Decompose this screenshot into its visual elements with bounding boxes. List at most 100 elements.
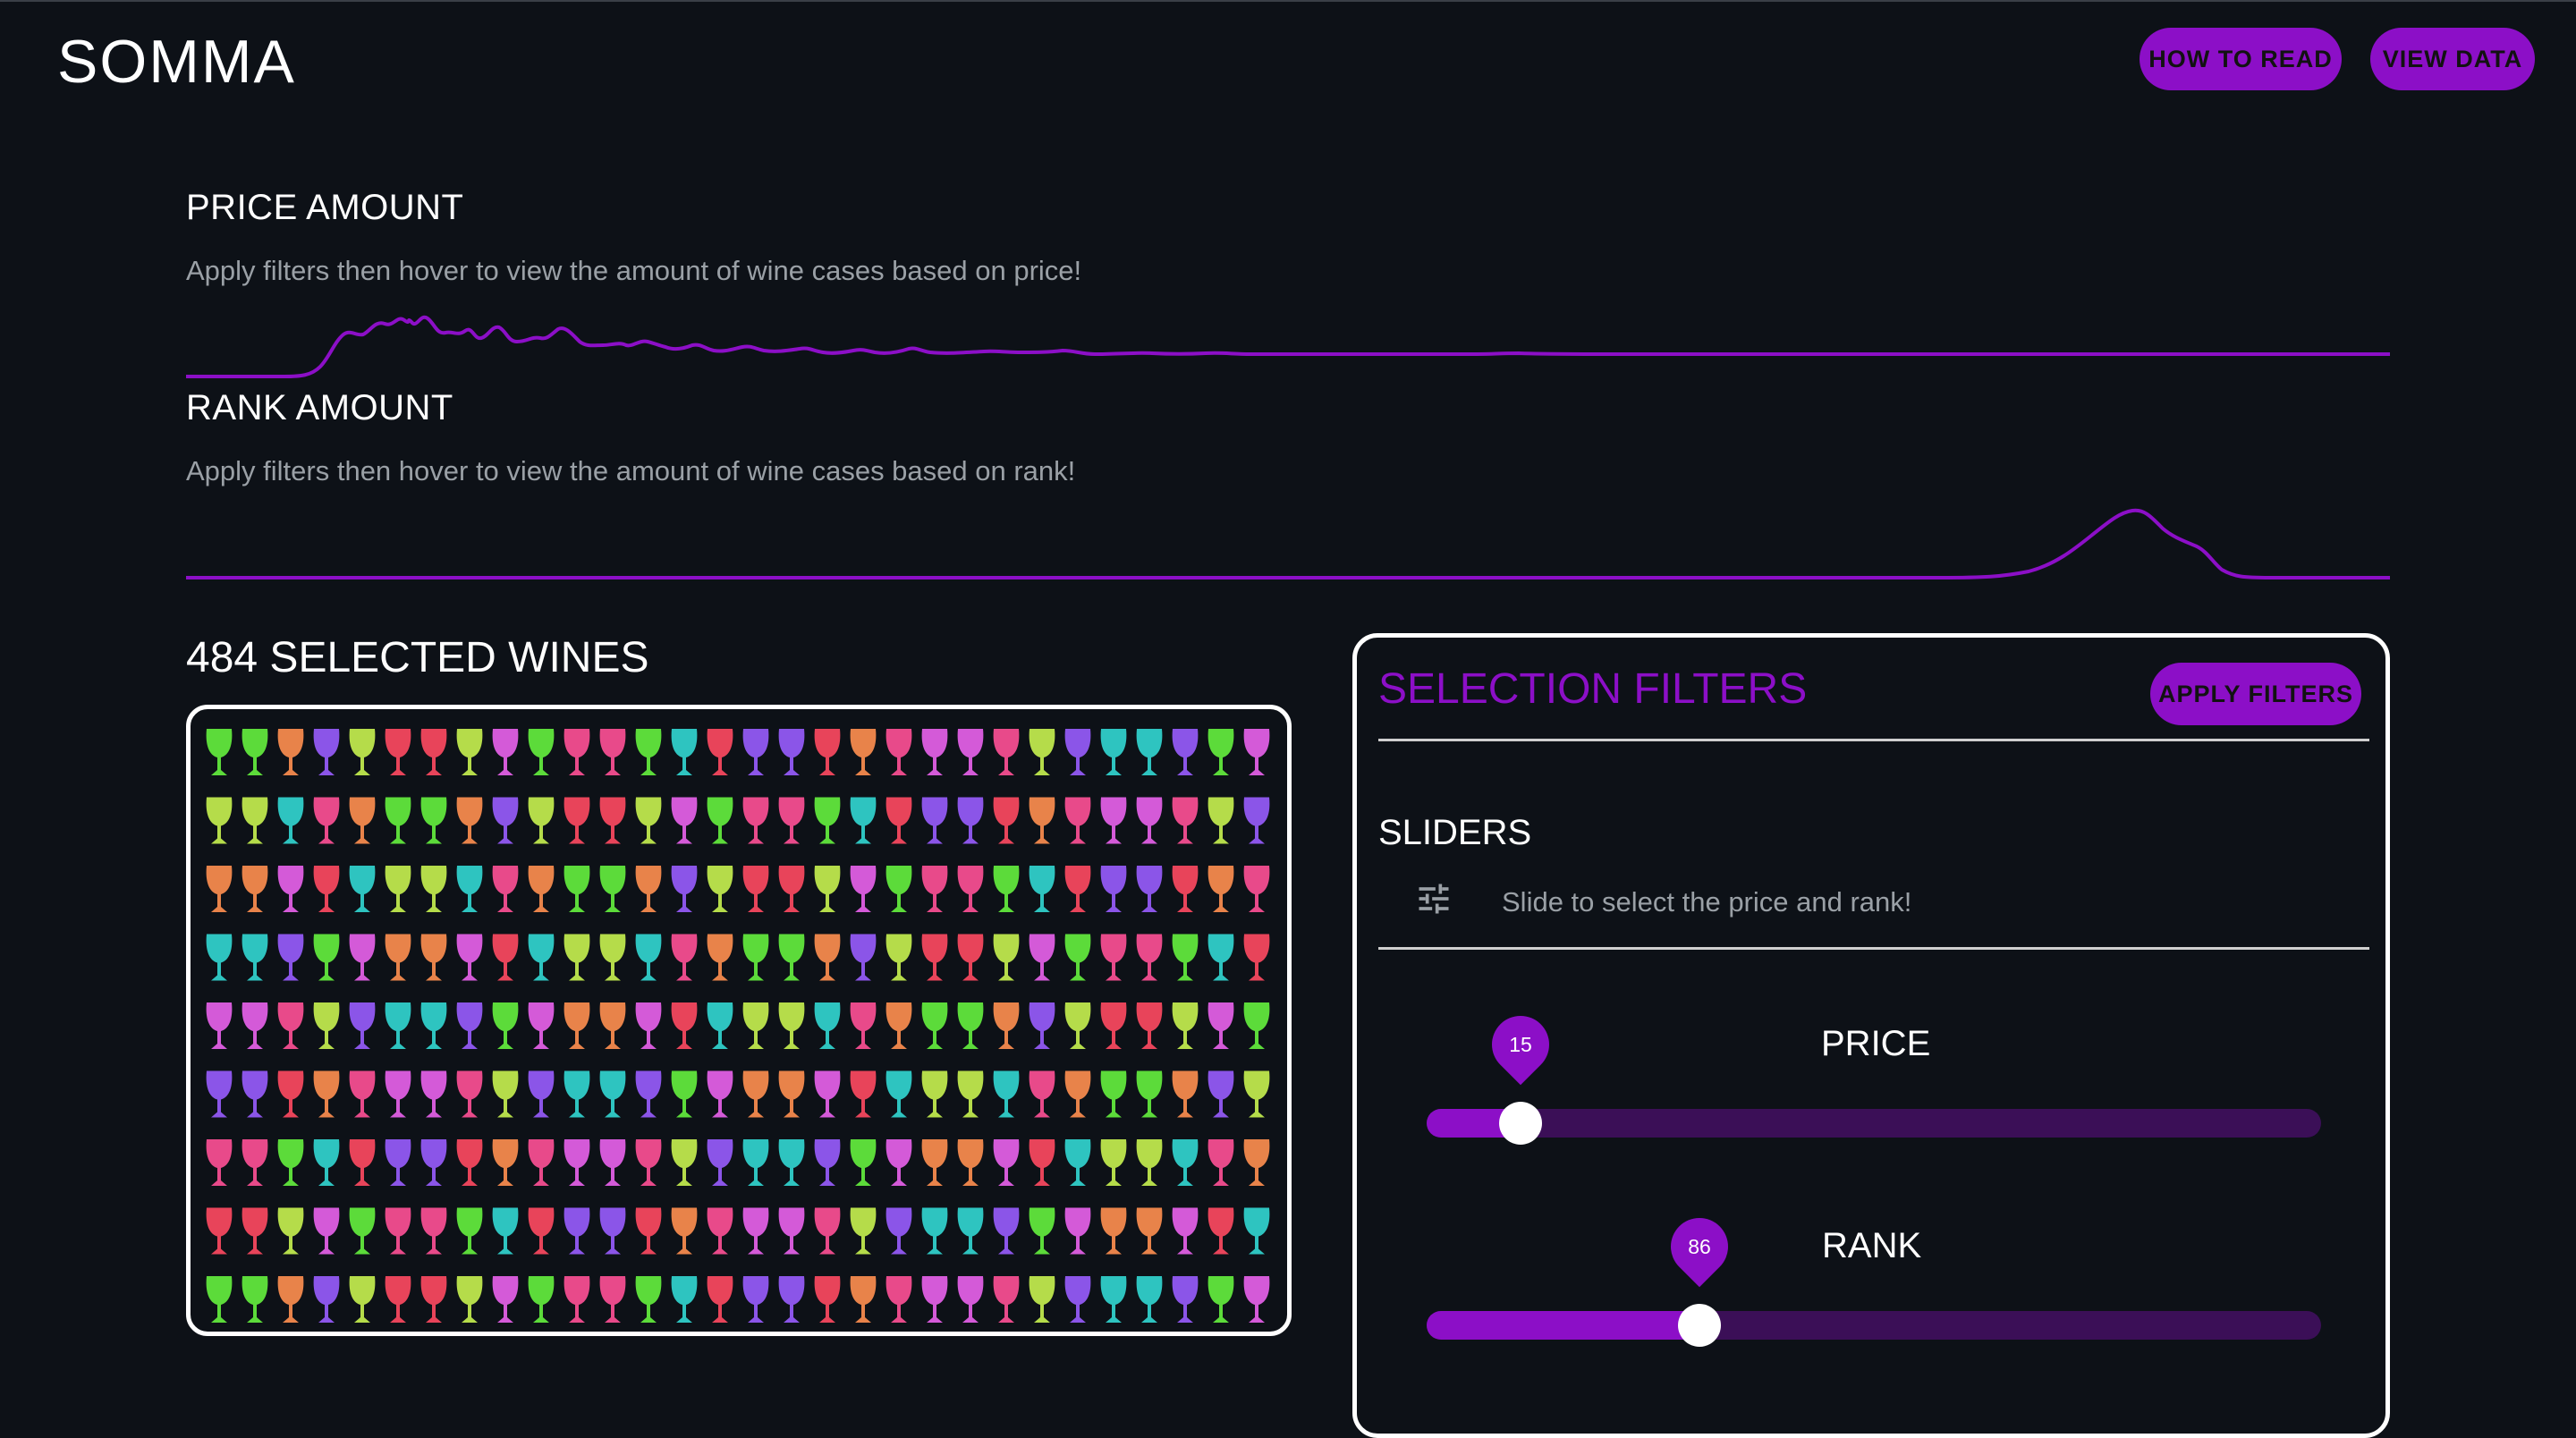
wine-glass-icon[interactable] bbox=[420, 934, 447, 981]
wine-glass-icon[interactable] bbox=[814, 729, 841, 775]
wine-glass-icon[interactable] bbox=[993, 1070, 1020, 1118]
wine-glass-icon[interactable] bbox=[850, 1002, 877, 1049]
wine-glass-icon[interactable] bbox=[564, 1276, 590, 1323]
wine-glass-icon[interactable] bbox=[349, 797, 376, 844]
wine-glass-icon[interactable] bbox=[1208, 797, 1234, 844]
wine-glass-icon[interactable] bbox=[528, 1139, 555, 1186]
wine-glass-icon[interactable] bbox=[277, 729, 304, 775]
wine-glass-icon[interactable] bbox=[993, 934, 1020, 981]
wine-glass-icon[interactable] bbox=[921, 1207, 948, 1255]
wine-glass-icon[interactable] bbox=[921, 1070, 948, 1118]
wine-glass-icon[interactable] bbox=[707, 866, 733, 912]
wine-glass-icon[interactable] bbox=[277, 797, 304, 844]
wine-glass-icon[interactable] bbox=[599, 1139, 626, 1186]
wine-glass-icon[interactable] bbox=[528, 1002, 555, 1049]
price-distribution-chart[interactable] bbox=[186, 295, 2390, 402]
wine-glass-icon[interactable] bbox=[242, 729, 268, 775]
wine-glass-icon[interactable] bbox=[385, 1002, 411, 1049]
wine-glass-icon[interactable] bbox=[492, 797, 519, 844]
wine-glass-icon[interactable] bbox=[1100, 1070, 1127, 1118]
wine-glass-icon[interactable] bbox=[1243, 797, 1270, 844]
wine-glass-icon[interactable] bbox=[492, 1002, 519, 1049]
wine-glass-icon[interactable] bbox=[1100, 934, 1127, 981]
wine-glass-icon[interactable] bbox=[1243, 866, 1270, 912]
wine-glass-icon[interactable] bbox=[564, 1139, 590, 1186]
wine-glass-icon[interactable] bbox=[742, 934, 769, 981]
wine-glass-icon[interactable] bbox=[385, 729, 411, 775]
wine-glass-icon[interactable] bbox=[242, 797, 268, 844]
wine-glass-icon[interactable] bbox=[349, 1276, 376, 1323]
wine-glass-icon[interactable] bbox=[206, 729, 233, 775]
wine-glass-icon[interactable] bbox=[1172, 1139, 1199, 1186]
wine-glass-icon[interactable] bbox=[456, 866, 483, 912]
wine-glass-icon[interactable] bbox=[814, 866, 841, 912]
wine-glass-icon[interactable] bbox=[778, 1002, 805, 1049]
wine-glass-icon[interactable] bbox=[1136, 797, 1163, 844]
wine-glass-icon[interactable] bbox=[599, 1002, 626, 1049]
wine-glass-icon[interactable] bbox=[850, 1139, 877, 1186]
wine-glass-icon[interactable] bbox=[528, 866, 555, 912]
wine-glass-icon[interactable] bbox=[993, 1002, 1020, 1049]
rank-distribution-chart[interactable] bbox=[186, 496, 2390, 604]
wine-glass-icon[interactable] bbox=[850, 934, 877, 981]
wine-glass-icon[interactable] bbox=[635, 1070, 662, 1118]
wine-glass-icon[interactable] bbox=[242, 1002, 268, 1049]
wine-glass-icon[interactable] bbox=[564, 1070, 590, 1118]
wine-glass-icon[interactable] bbox=[349, 1002, 376, 1049]
wine-glass-icon[interactable] bbox=[778, 797, 805, 844]
wine-glass-icon[interactable] bbox=[599, 797, 626, 844]
wine-glass-icon[interactable] bbox=[564, 1002, 590, 1049]
wine-glass-icon[interactable] bbox=[349, 934, 376, 981]
wine-glass-icon[interactable] bbox=[957, 866, 984, 912]
wine-glass-icon[interactable] bbox=[1136, 729, 1163, 775]
wine-glass-icon[interactable] bbox=[1029, 1139, 1055, 1186]
wine-glass-icon[interactable] bbox=[1136, 1276, 1163, 1323]
wine-glass-icon[interactable] bbox=[1100, 1139, 1127, 1186]
wine-glass-icon[interactable] bbox=[385, 1207, 411, 1255]
wine-glass-icon[interactable] bbox=[456, 1207, 483, 1255]
wine-glass-icon[interactable] bbox=[957, 797, 984, 844]
wine-glass-icon[interactable] bbox=[671, 1207, 698, 1255]
wine-glass-icon[interactable] bbox=[1172, 866, 1199, 912]
wine-glass-icon[interactable] bbox=[277, 1070, 304, 1118]
wine-glass-icon[interactable] bbox=[635, 1002, 662, 1049]
wine-glass-icon[interactable] bbox=[492, 1139, 519, 1186]
wine-glass-icon[interactable] bbox=[778, 1207, 805, 1255]
wine-glass-icon[interactable] bbox=[993, 1207, 1020, 1255]
wine-glass-icon[interactable] bbox=[1064, 1070, 1091, 1118]
wine-glass-icon[interactable] bbox=[1208, 729, 1234, 775]
wine-glass-icon[interactable] bbox=[814, 1276, 841, 1323]
wine-glass-icon[interactable] bbox=[206, 1276, 233, 1323]
wine-glass-icon[interactable] bbox=[671, 866, 698, 912]
wine-glass-icon[interactable] bbox=[242, 1207, 268, 1255]
wine-glass-icon[interactable] bbox=[850, 866, 877, 912]
wine-glass-icon[interactable] bbox=[707, 797, 733, 844]
wine-glass-icon[interactable] bbox=[1029, 866, 1055, 912]
wine-glass-icon[interactable] bbox=[206, 1070, 233, 1118]
wine-glass-icon[interactable] bbox=[778, 1139, 805, 1186]
wine-glass-icon[interactable] bbox=[921, 1276, 948, 1323]
wine-glass-icon[interactable] bbox=[313, 729, 340, 775]
wine-glass-icon[interactable] bbox=[528, 1207, 555, 1255]
wine-glass-icon[interactable] bbox=[886, 1276, 912, 1323]
wine-glass-icon[interactable] bbox=[313, 1276, 340, 1323]
wine-glass-icon[interactable] bbox=[456, 797, 483, 844]
wine-glass-icon[interactable] bbox=[1208, 1139, 1234, 1186]
wine-glass-icon[interactable] bbox=[1243, 934, 1270, 981]
wine-glass-icon[interactable] bbox=[1136, 866, 1163, 912]
wine-glass-icon[interactable] bbox=[886, 1207, 912, 1255]
wine-glass-icon[interactable] bbox=[206, 1002, 233, 1049]
wine-glass-icon[interactable] bbox=[1208, 1276, 1234, 1323]
wine-glass-icon[interactable] bbox=[1100, 729, 1127, 775]
wine-glass-icon[interactable] bbox=[1172, 1070, 1199, 1118]
wine-glass-icon[interactable] bbox=[1029, 1276, 1055, 1323]
wine-glass-icon[interactable] bbox=[850, 797, 877, 844]
wine-glass-icon[interactable] bbox=[528, 729, 555, 775]
wine-glass-icon[interactable] bbox=[1172, 1207, 1199, 1255]
wine-glass-icon[interactable] bbox=[1064, 797, 1091, 844]
wine-glass-icon[interactable] bbox=[1243, 1207, 1270, 1255]
wine-glass-icon[interactable] bbox=[993, 1276, 1020, 1323]
wine-glass-icon[interactable] bbox=[564, 866, 590, 912]
wine-glass-icon[interactable] bbox=[599, 729, 626, 775]
wine-glass-icon[interactable] bbox=[778, 934, 805, 981]
